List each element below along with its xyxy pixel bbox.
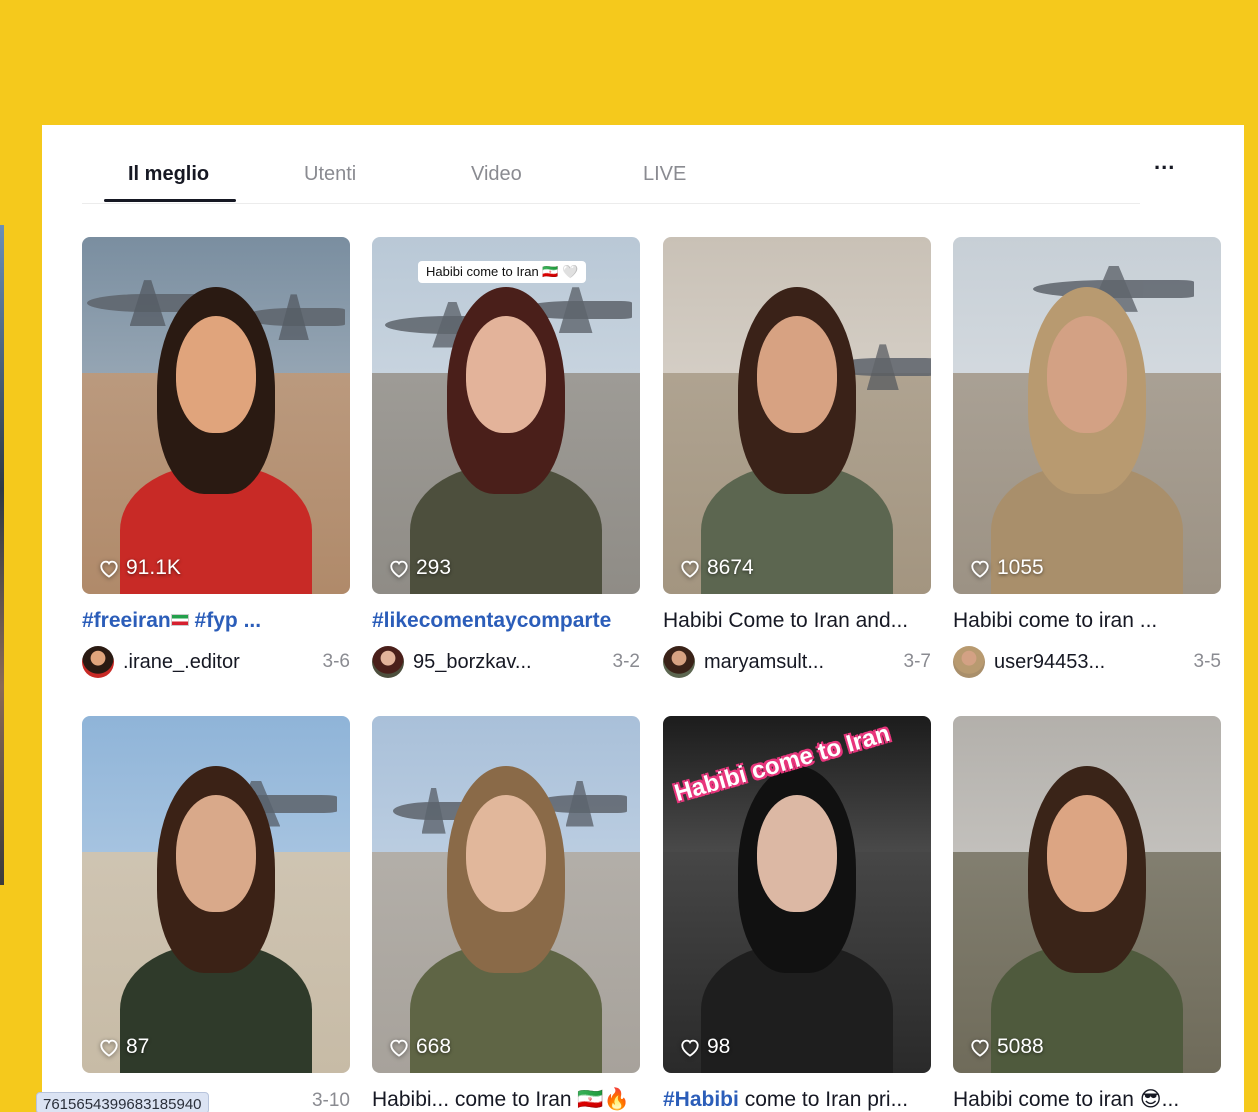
video-meta: 95_borzkav... 3-2 [372, 646, 640, 678]
video-card[interactable]: 5088 Habibi come to iran 😎... [953, 716, 1221, 1112]
link-url-tooltip: 7615654399683185940 [36, 1092, 209, 1112]
like-count-value: 1055 [997, 556, 1044, 579]
person-figure [953, 237, 1221, 594]
video-thumbnail[interactable]: 8674 [663, 237, 931, 594]
person-figure [82, 237, 350, 594]
description-text: Habibi come to iran 😎... [953, 1088, 1180, 1111]
thumbnail-scene [372, 237, 640, 594]
video-thumbnail[interactable]: 87 [82, 716, 350, 1073]
video-card[interactable]: 8674 Habibi Come to Iran and... maryamsult… [663, 237, 931, 678]
heart-icon [100, 560, 118, 578]
heart-icon [100, 1039, 118, 1057]
heart-icon [390, 560, 408, 578]
tab-top[interactable]: Il meglio [128, 163, 209, 186]
heart-icon [681, 560, 699, 578]
person-figure [663, 237, 931, 594]
video-description[interactable]: #likecomentaycomparte [372, 608, 640, 634]
post-date: 3-5 [1193, 651, 1221, 672]
post-date: 3-6 [322, 651, 350, 672]
username-link[interactable]: maryamsult... [704, 651, 896, 674]
person-figure [372, 716, 640, 1073]
like-count: 293 [388, 556, 451, 580]
thumbnail-scene [953, 237, 1221, 594]
username-link[interactable]: 95_borzkav... [413, 651, 605, 674]
video-description[interactable]: Habibi... come to Iran 🇮🇷🔥 [372, 1087, 640, 1112]
heart-icon [681, 1039, 699, 1057]
like-count: 91.1K [98, 556, 181, 580]
video-description[interactable]: Habibi come to iran 😎... [953, 1087, 1221, 1112]
like-count: 98 [679, 1035, 730, 1059]
like-count-value: 91.1K [126, 556, 181, 579]
video-thumbnail[interactable]: 91.1K [82, 237, 350, 594]
active-tab-indicator [104, 199, 236, 202]
video-meta: .irane_.editor 3-6 [82, 646, 350, 678]
description-text: #fyp ... [188, 609, 262, 632]
video-description[interactable]: Habibi come to iran ... [953, 608, 1221, 634]
post-date: 3-10 [311, 1090, 350, 1111]
thumbnail-scene [82, 716, 350, 1073]
thumbnail-scene [82, 237, 350, 594]
iran-flag-icon [170, 614, 189, 626]
video-description[interactable]: #Habibi come to Iran pri... [663, 1087, 931, 1112]
video-thumbnail[interactable]: 1055 [953, 237, 1221, 594]
video-thumbnail[interactable]: Habibi come to Iran 🇮🇷 🤍 293 [372, 237, 640, 594]
video-card[interactable]: 91.1K #freeiran #fyp ... .irane_.editor 3-6 [82, 237, 350, 678]
search-tabs: Il meglio Utenti Video LIVE [82, 125, 1140, 204]
username-link[interactable]: user94453... [994, 651, 1186, 674]
search-results-panel: Il meglio Utenti Video LIVE ... 91.1K #fr… [42, 125, 1244, 1112]
more-options-icon[interactable]: ... [1154, 149, 1175, 175]
video-description[interactable]: #freeiran #fyp ... [82, 608, 350, 634]
avatar[interactable] [663, 646, 695, 678]
like-count: 87 [98, 1035, 149, 1059]
description-text: Habibi... come to Iran 🇮🇷🔥 [372, 1088, 630, 1111]
video-card[interactable]: Habibi come to Iran 🇮🇷 🤍 293 #likecomentay… [372, 237, 640, 678]
heart-icon [971, 1039, 989, 1057]
tab-live[interactable]: LIVE [643, 163, 686, 186]
person-figure [82, 716, 350, 1073]
thumbnail-scene [663, 237, 931, 594]
like-count-value: 293 [416, 556, 452, 579]
person-figure [953, 716, 1221, 1073]
thumbnail-scene [953, 716, 1221, 1073]
like-count: 8674 [679, 556, 754, 580]
person-figure [372, 237, 640, 594]
like-count-value: 87 [126, 1035, 150, 1058]
background-edge [0, 225, 4, 885]
tab-users[interactable]: Utenti [304, 163, 356, 186]
video-description[interactable]: Habibi Come to Iran and... [663, 608, 931, 634]
hashtag-link[interactable]: #likecomentaycomparte [372, 609, 611, 632]
video-meta: maryamsult... 3-7 [663, 646, 931, 678]
video-card[interactable]: Habibi come to Iran 98 #Habibi come to Ira… [663, 716, 931, 1112]
description-text: come to Iran pri... [738, 1088, 909, 1111]
video-thumbnail[interactable]: Habibi come to Iran 98 [663, 716, 931, 1073]
video-thumbnail[interactable]: 668 [372, 716, 640, 1073]
video-card[interactable]: 668 Habibi... come to Iran 🇮🇷🔥 [372, 716, 640, 1112]
avatar[interactable] [372, 646, 404, 678]
description-text: Habibi come to iran ... [953, 609, 1158, 632]
like-count-value: 5088 [997, 1035, 1044, 1058]
like-count-value: 668 [416, 1035, 452, 1058]
like-count-value: 8674 [707, 556, 754, 579]
like-count: 5088 [969, 1035, 1044, 1059]
like-count: 1055 [969, 556, 1044, 580]
avatar[interactable] [953, 646, 985, 678]
like-count: 668 [388, 1035, 451, 1059]
heart-icon [390, 1039, 408, 1057]
thumbnail-scene [372, 716, 640, 1073]
tab-videos[interactable]: Video [471, 163, 522, 186]
video-meta: user94453... 3-5 [953, 646, 1221, 678]
heart-icon [971, 560, 989, 578]
hashtag-link[interactable]: #freeiran [82, 609, 171, 632]
post-date: 3-2 [612, 651, 640, 672]
post-date: 3-7 [903, 651, 931, 672]
hashtag-link[interactable]: #Habibi [663, 1088, 739, 1111]
thumbnail-caption: Habibi come to Iran 🇮🇷 🤍 [418, 261, 587, 283]
description-text: Habibi Come to Iran and... [663, 609, 909, 632]
username-link[interactable]: .irane_.editor [123, 651, 315, 674]
video-card[interactable]: 87 3-10 [82, 716, 350, 1112]
video-thumbnail[interactable]: 5088 [953, 716, 1221, 1073]
like-count-value: 98 [707, 1035, 731, 1058]
avatar[interactable] [82, 646, 114, 678]
video-card[interactable]: 1055 Habibi come to iran ... user94453... 3… [953, 237, 1221, 678]
